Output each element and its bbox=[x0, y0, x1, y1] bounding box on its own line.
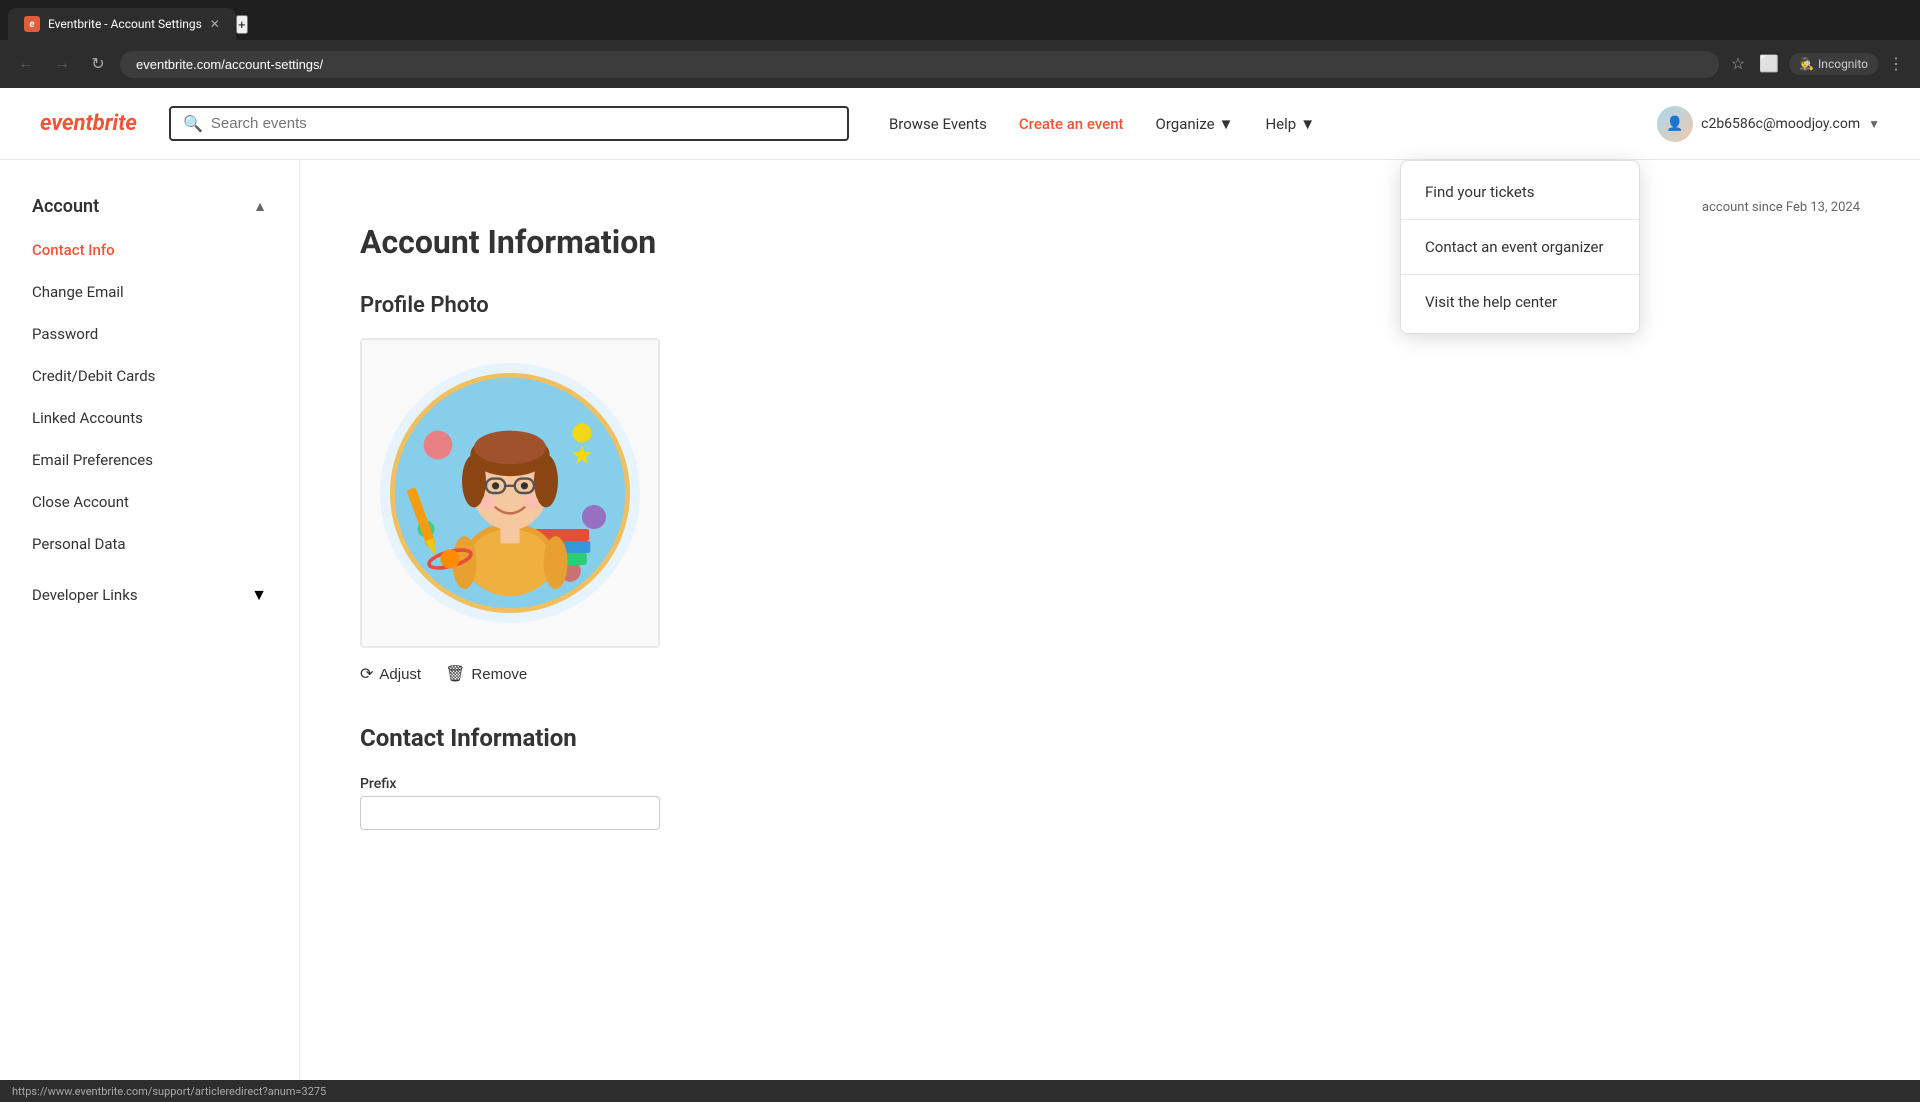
address-bar[interactable] bbox=[120, 51, 1719, 78]
help-divider-2 bbox=[1401, 274, 1639, 275]
contact-info-section: Contact Information Prefix bbox=[360, 724, 1860, 830]
status-url: https://www.eventbrite.com/support/artic… bbox=[12, 1085, 326, 1098]
forward-button[interactable]: → bbox=[48, 50, 76, 78]
browser-tab: Eventbrite - Account Settings ✕ bbox=[8, 8, 236, 40]
remove-button[interactable]: 🗑 Remove bbox=[445, 664, 527, 684]
user-email: c2b6586c@moodjoy.com bbox=[1701, 116, 1860, 132]
main-content: account since Feb 13, 2024 Account Infor… bbox=[300, 160, 1920, 1080]
profile-photo-container bbox=[360, 338, 660, 648]
search-bar: 🔍 bbox=[169, 106, 849, 141]
reload-button[interactable]: ↻ bbox=[84, 50, 112, 78]
app-header: eventbrite 🔍 Browse Events Create an eve… bbox=[0, 88, 1920, 160]
help-dropdown: Find your tickets Contact an event organ… bbox=[1400, 160, 1640, 334]
help-chevron-icon: ▼ bbox=[1300, 115, 1315, 133]
sidebar-item-personal-data[interactable]: Personal Data bbox=[0, 523, 299, 565]
contact-info-title: Contact Information bbox=[360, 724, 1860, 752]
user-avatar: 👤 bbox=[1657, 106, 1693, 142]
developer-links-chevron-icon: ▼ bbox=[251, 585, 267, 605]
eventbrite-logo[interactable]: eventbrite bbox=[40, 111, 137, 136]
sidebar-item-linked-accounts[interactable]: Linked Accounts bbox=[0, 397, 299, 439]
help-help-center[interactable]: Visit the help center bbox=[1401, 279, 1639, 325]
incognito-label: Incognito bbox=[1818, 57, 1868, 71]
account-section: Account ▲ Contact Info Change Email Pass… bbox=[0, 184, 299, 565]
incognito-icon: 🕵 bbox=[1799, 57, 1814, 71]
account-section-header[interactable]: Account ▲ bbox=[0, 184, 299, 229]
sidebar-item-email-preferences[interactable]: Email Preferences bbox=[0, 439, 299, 481]
sidebar-item-credit-debit-cards[interactable]: Credit/Debit Cards bbox=[0, 355, 299, 397]
prefix-input[interactable] bbox=[360, 796, 660, 830]
browser-chrome: Eventbrite - Account Settings ✕ + ← → ↻ … bbox=[0, 0, 1920, 88]
search-icon: 🔍 bbox=[183, 114, 203, 133]
back-button[interactable]: ← bbox=[12, 50, 40, 78]
status-bar: https://www.eventbrite.com/support/artic… bbox=[0, 1080, 1920, 1102]
help-contact-organizer[interactable]: Contact an event organizer bbox=[1401, 224, 1639, 270]
help-find-tickets[interactable]: Find your tickets bbox=[1401, 169, 1639, 215]
help-divider-1 bbox=[1401, 219, 1639, 220]
help-link[interactable]: Help ▼ bbox=[1265, 115, 1315, 133]
adjust-button[interactable]: ⟳ Adjust bbox=[360, 664, 421, 684]
photo-actions: ⟳ Adjust 🗑 Remove bbox=[360, 664, 1860, 684]
organize-link[interactable]: Organize ▼ bbox=[1156, 115, 1234, 133]
tab-bar: Eventbrite - Account Settings ✕ + bbox=[0, 0, 1920, 40]
developer-links-title: Developer Links bbox=[32, 586, 138, 604]
incognito-badge: 🕵 Incognito bbox=[1789, 53, 1878, 75]
prefix-label: Prefix bbox=[360, 776, 1860, 792]
create-event-link[interactable]: Create an event bbox=[1019, 115, 1124, 133]
sidebar-item-change-email[interactable]: Change Email bbox=[0, 271, 299, 313]
organize-chevron-icon: ▼ bbox=[1219, 115, 1234, 133]
user-dropdown-arrow-icon: ▼ bbox=[1868, 117, 1880, 131]
profile-button[interactable]: ⬜ bbox=[1755, 50, 1783, 78]
sidebar: Account ▲ Contact Info Change Email Pass… bbox=[0, 160, 300, 1080]
remove-icon: 🗑 bbox=[445, 664, 465, 684]
new-tab-button[interactable]: + bbox=[236, 15, 248, 34]
adjust-icon: ⟳ bbox=[360, 664, 373, 684]
menu-button[interactable]: ⋮ bbox=[1884, 50, 1908, 78]
close-tab-button[interactable]: ✕ bbox=[210, 17, 220, 31]
header-nav: Browse Events Create an event Organize ▼… bbox=[889, 115, 1315, 133]
browse-events-link[interactable]: Browse Events bbox=[889, 115, 987, 133]
nav-actions: ☆ ⬜ 🕵 Incognito ⋮ bbox=[1727, 50, 1908, 78]
sidebar-item-password[interactable]: Password bbox=[0, 313, 299, 355]
header-user[interactable]: 👤 c2b6586c@moodjoy.com ▼ bbox=[1657, 106, 1880, 142]
avatar-image: 👤 bbox=[1657, 106, 1693, 142]
account-section-chevron-icon: ▲ bbox=[253, 198, 267, 215]
tab-title: Eventbrite - Account Settings bbox=[48, 17, 202, 31]
sidebar-item-close-account[interactable]: Close Account bbox=[0, 481, 299, 523]
account-section-title: Account bbox=[32, 196, 99, 217]
prefix-field: Prefix bbox=[360, 776, 1860, 830]
bookmark-button[interactable]: ☆ bbox=[1727, 50, 1749, 78]
avatar-svg bbox=[390, 373, 630, 613]
developer-links-section[interactable]: Developer Links ▼ bbox=[0, 573, 299, 617]
tab-favicon bbox=[24, 16, 40, 32]
sidebar-item-contact-info[interactable]: Contact Info bbox=[0, 229, 299, 271]
search-input[interactable] bbox=[211, 115, 835, 132]
browser-nav: ← → ↻ ☆ ⬜ 🕵 Incognito ⋮ bbox=[0, 40, 1920, 88]
profile-photo bbox=[380, 363, 640, 623]
